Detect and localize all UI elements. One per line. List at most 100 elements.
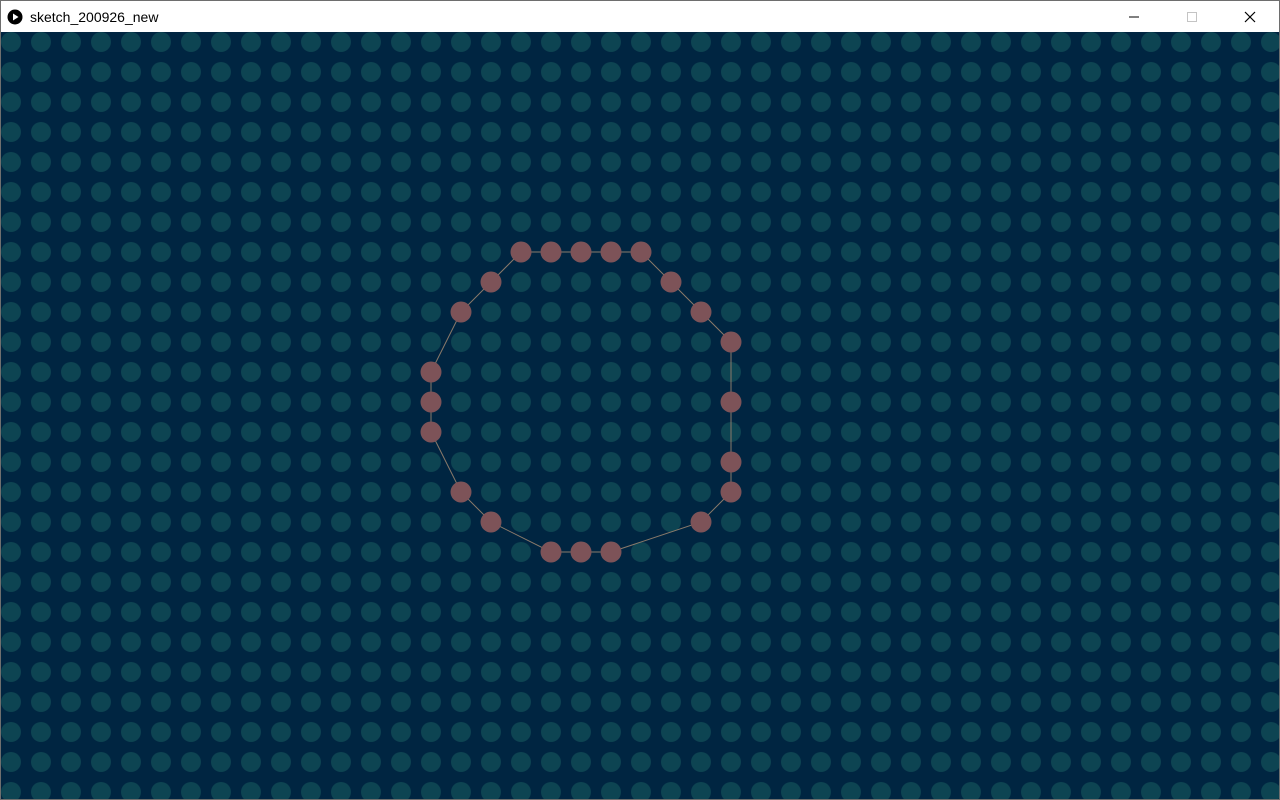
- grid-dot: [961, 152, 981, 172]
- grid-dot: [541, 182, 561, 202]
- grid-dot: [961, 452, 981, 472]
- grid-dot: [301, 422, 321, 442]
- grid-dot: [121, 392, 141, 412]
- grid-dot: [121, 122, 141, 142]
- grid-dot: [1201, 542, 1221, 562]
- grid-dot: [781, 92, 801, 112]
- grid-dot: [571, 482, 591, 502]
- grid-dot: [631, 422, 651, 442]
- grid-dot: [1141, 632, 1161, 652]
- grid-dot: [571, 302, 591, 322]
- grid-dot: [751, 632, 771, 652]
- close-button[interactable]: [1221, 1, 1279, 32]
- grid-dot: [931, 752, 951, 772]
- grid-dot: [721, 32, 741, 52]
- grid-dot: [301, 332, 321, 352]
- grid-dot: [451, 422, 471, 442]
- grid-dot: [241, 272, 261, 292]
- grid-dot: [871, 662, 891, 682]
- grid-dot: [241, 302, 261, 322]
- grid-dot: [31, 422, 51, 442]
- grid-dot: [1201, 692, 1221, 712]
- grid-dot: [1201, 722, 1221, 742]
- grid-dot: [31, 272, 51, 292]
- grid-dot: [91, 62, 111, 82]
- grid-dot: [571, 152, 591, 172]
- grid-dot: [31, 242, 51, 262]
- grid-dot: [931, 362, 951, 382]
- grid-dot: [241, 752, 261, 772]
- grid-dot: [181, 302, 201, 322]
- grid-dot: [541, 212, 561, 232]
- grid-dot: [151, 62, 171, 82]
- grid-dot: [481, 62, 501, 82]
- grid-dot: [391, 422, 411, 442]
- grid-dot: [481, 722, 501, 742]
- grid-dot: [961, 542, 981, 562]
- grid-dot: [871, 242, 891, 262]
- grid-dot: [901, 572, 921, 592]
- grid-dot: [391, 212, 411, 232]
- grid-dot: [61, 542, 81, 562]
- grid-dot: [301, 692, 321, 712]
- grid-dot: [1141, 722, 1161, 742]
- grid-dot: [721, 602, 741, 622]
- grid-dot: [271, 302, 291, 322]
- grid-dot: [361, 212, 381, 232]
- grid-dot: [961, 272, 981, 292]
- grid-dot: [181, 362, 201, 382]
- grid-dot: [691, 602, 711, 622]
- grid-dot: [1021, 452, 1041, 472]
- grid-dot: [721, 122, 741, 142]
- grid-dot: [841, 62, 861, 82]
- grid-dot: [151, 332, 171, 352]
- grid-dot: [421, 122, 441, 142]
- grid-dot: [241, 512, 261, 532]
- grid-dot: [1051, 32, 1071, 52]
- grid-dot: [1141, 572, 1161, 592]
- grid-dot: [841, 602, 861, 622]
- grid-dot: [31, 482, 51, 502]
- sketch-canvas[interactable]: [1, 32, 1279, 799]
- grid-dot: [421, 602, 441, 622]
- grid-dot: [1231, 692, 1251, 712]
- grid-dot: [1231, 572, 1251, 592]
- grid-dot: [691, 212, 711, 232]
- grid-dot: [481, 602, 501, 622]
- grid-dot: [301, 392, 321, 412]
- title-bar[interactable]: sketch_200926_new: [1, 1, 1279, 32]
- grid-dot: [691, 452, 711, 472]
- grid-dot: [1021, 482, 1041, 502]
- grid-dot: [901, 752, 921, 772]
- grid-dot: [151, 482, 171, 502]
- grid-dot: [1231, 542, 1251, 562]
- grid-dot: [1111, 272, 1131, 292]
- grid-dot: [211, 512, 231, 532]
- grid-dot: [511, 182, 531, 202]
- grid-dot: [481, 302, 501, 322]
- maximize-button[interactable]: [1163, 1, 1221, 32]
- grid-dot: [571, 692, 591, 712]
- grid-dot: [691, 362, 711, 382]
- grid-dot: [781, 632, 801, 652]
- grid-dot: [1081, 152, 1101, 172]
- grid-dot: [1, 212, 21, 232]
- grid-dot: [211, 422, 231, 442]
- grid-dot: [661, 662, 681, 682]
- grid-dot: [811, 452, 831, 472]
- ring-dot: [420, 421, 442, 443]
- grid-dot: [481, 692, 501, 712]
- grid-dot: [211, 572, 231, 592]
- grid-dot: [961, 242, 981, 262]
- ring-dot: [720, 481, 742, 503]
- grid-dot: [841, 332, 861, 352]
- grid-dot: [751, 302, 771, 322]
- grid-dot: [1201, 332, 1221, 352]
- grid-dot: [421, 632, 441, 652]
- minimize-button[interactable]: [1105, 1, 1163, 32]
- grid-dot: [631, 332, 651, 352]
- grid-dot: [31, 392, 51, 412]
- grid-dot: [1111, 662, 1131, 682]
- grid-dot: [271, 92, 291, 112]
- grid-dot: [541, 122, 561, 142]
